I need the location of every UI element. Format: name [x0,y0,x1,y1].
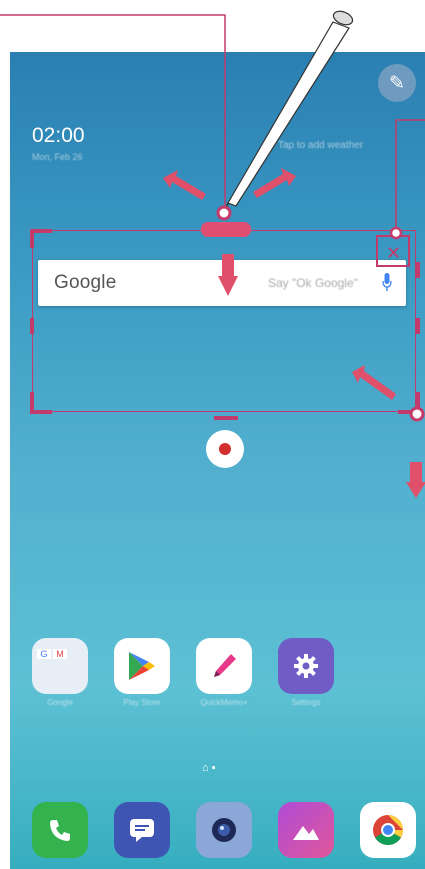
weather-hint[interactable]: Tap to add weather [278,140,363,151]
date-text: Mon, Feb 26 [32,152,83,162]
google-logo: Google [54,272,117,293]
app-label: QuickMemo+ [200,698,248,707]
app-google[interactable]: G M Google [32,638,88,707]
messaging-icon[interactable] [114,802,170,858]
chrome-icon[interactable] [360,802,416,858]
app-settings[interactable]: Settings [278,638,334,707]
app-label: Settings [291,698,321,707]
phone-icon[interactable] [32,802,88,858]
settings-gear-icon [278,638,334,694]
app-quickmemo[interactable]: QuickMemo+ [196,638,252,707]
page-indicator[interactable]: ⌂ ▪ [202,762,216,774]
widget-resize-frame [32,230,416,412]
quickmemo-pen-icon [196,638,252,694]
app-label: Google [47,698,73,707]
gallery-icon[interactable] [278,802,334,858]
home-screen: ✎ 02:00 Mon, Feb 26 Tap to add weather G… [10,52,425,869]
record-button[interactable] [206,430,244,468]
google-folder-icon: G M [32,638,88,694]
play-store-icon [114,638,170,694]
pen-icon[interactable]: ✎ [378,64,416,102]
microphone-icon[interactable] [382,273,392,293]
clock-time: 02:00 [32,124,85,147]
app-label: Play Store [123,698,161,707]
google-search-widget[interactable]: Google Say "Ok Google" [38,260,406,306]
app-play-store[interactable]: Play Store [114,638,170,707]
camera-icon[interactable] [196,802,252,858]
search-hint: Say "Ok Google" [268,276,358,290]
